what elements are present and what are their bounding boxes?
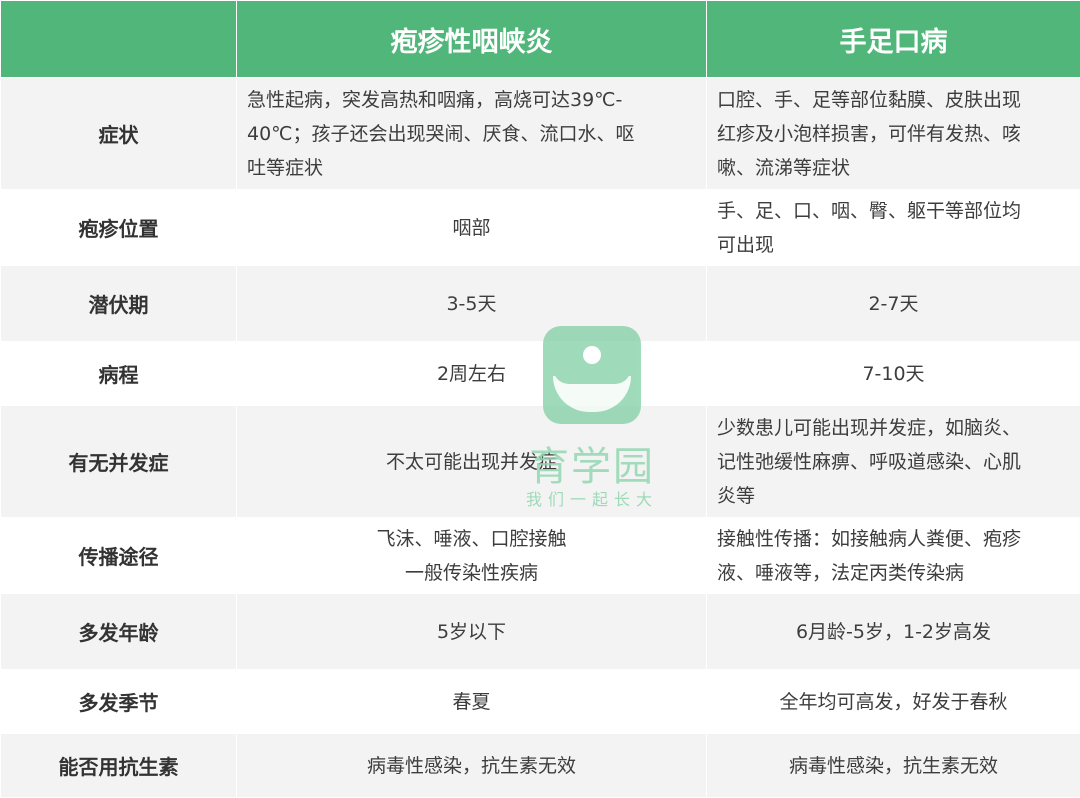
cell-line: 接触性传播：如接触病人粪便、疱疹 (717, 522, 1072, 556)
table-row: 有无并发症 不太可能出现并发症 少数患儿可能出现并发症，如脑炎、 记性弛缓性麻痹… (1, 406, 1080, 518)
row-label: 多发年龄 (1, 594, 237, 670)
cell-hfmd: 口腔、手、足等部位黏膜、皮肤出现 红疹及小泡样损害，可伴有发热、咳 嗽、流涕等症… (707, 78, 1080, 190)
row-label: 症状 (1, 78, 237, 190)
table-row: 病程 2周左右 7-10天 (1, 342, 1080, 406)
row-label: 病程 (1, 342, 237, 406)
cell-line: 急性起病，突发高热和咽痛，高烧可达39℃- (247, 83, 698, 117)
row-label: 能否用抗生素 (1, 734, 237, 798)
cell-line: 不太可能出现并发症 (237, 445, 706, 479)
cell-line: 红疹及小泡样损害，可伴有发热、咳 (717, 117, 1072, 151)
cell-herpangina: 春夏 (237, 670, 707, 734)
cell-line: 春夏 (237, 685, 706, 719)
table-row: 症状 急性起病，突发高热和咽痛，高烧可达39℃- 40℃；孩子还会出现哭闹、厌食… (1, 78, 1080, 190)
header-herpangina: 疱疹性咽峡炎 (237, 1, 707, 78)
cell-line: 2周左右 (237, 357, 706, 391)
cell-line: 5岁以下 (237, 615, 706, 649)
cell-line: 6月龄-5岁，1-2岁高发 (707, 615, 1080, 649)
cell-line: 一般传染性疾病 (237, 556, 706, 590)
cell-line: 手、足、口、咽、臀、躯干等部位均 (717, 194, 1072, 228)
cell-line: 液、唾液等，法定丙类传染病 (717, 556, 1072, 590)
cell-line: 口腔、手、足等部位黏膜、皮肤出现 (717, 83, 1072, 117)
cell-herpangina: 急性起病，突发高热和咽痛，高烧可达39℃- 40℃；孩子还会出现哭闹、厌食、流口… (237, 78, 707, 190)
table-row: 传播途径 飞沫、唾液、口腔接触 一般传染性疾病 接触性传播：如接触病人粪便、疱疹… (1, 518, 1080, 594)
cell-hfmd: 6月龄-5岁，1-2岁高发 (707, 594, 1080, 670)
cell-line: 3-5天 (237, 287, 706, 321)
cell-line: 嗽、流涕等症状 (717, 151, 1072, 185)
cell-hfmd: 手、足、口、咽、臀、躯干等部位均 可出现 (707, 190, 1080, 266)
cell-hfmd: 全年均可高发，好发于春秋 (707, 670, 1080, 734)
cell-line: 病毒性感染，抗生素无效 (237, 749, 706, 783)
cell-herpangina: 5岁以下 (237, 594, 707, 670)
header-corner (1, 1, 237, 78)
cell-herpangina: 咽部 (237, 190, 707, 266)
cell-line: 40℃；孩子还会出现哭闹、厌食、流口水、呕 (247, 117, 698, 151)
table-row: 多发季节 春夏 全年均可高发，好发于春秋 (1, 670, 1080, 734)
cell-hfmd: 少数患儿可能出现并发症，如脑炎、 记性弛缓性麻痹、呼吸道感染、心肌 炎等 (707, 406, 1080, 518)
cell-herpangina: 2周左右 (237, 342, 707, 406)
cell-line: 飞沫、唾液、口腔接触 (237, 522, 706, 556)
cell-hfmd: 2-7天 (707, 266, 1080, 342)
table-row: 能否用抗生素 病毒性感染，抗生素无效 病毒性感染，抗生素无效 (1, 734, 1080, 798)
cell-hfmd: 7-10天 (707, 342, 1080, 406)
cell-hfmd: 接触性传播：如接触病人粪便、疱疹 液、唾液等，法定丙类传染病 (707, 518, 1080, 594)
row-label: 疱疹位置 (1, 190, 237, 266)
cell-herpangina: 飞沫、唾液、口腔接触 一般传染性疾病 (237, 518, 707, 594)
row-label: 传播途径 (1, 518, 237, 594)
cell-line: 咽部 (237, 211, 706, 245)
cell-line: 吐等症状 (247, 151, 698, 185)
cell-hfmd: 病毒性感染，抗生素无效 (707, 734, 1080, 798)
cell-herpangina: 病毒性感染，抗生素无效 (237, 734, 707, 798)
table-row: 多发年龄 5岁以下 6月龄-5岁，1-2岁高发 (1, 594, 1080, 670)
cell-line: 2-7天 (707, 287, 1080, 321)
cell-line: 全年均可高发，好发于春秋 (707, 685, 1080, 719)
comparison-table: 疱疹性咽峡炎 手足口病 症状 急性起病，突发高热和咽痛，高烧可达39℃- 40℃… (0, 0, 1080, 798)
cell-herpangina: 3-5天 (237, 266, 707, 342)
cell-line: 少数患儿可能出现并发症，如脑炎、 (717, 411, 1072, 445)
cell-herpangina: 不太可能出现并发症 (237, 406, 707, 518)
cell-line: 病毒性感染，抗生素无效 (707, 749, 1080, 783)
table-row: 疱疹位置 咽部 手、足、口、咽、臀、躯干等部位均 可出现 (1, 190, 1080, 266)
cell-line: 可出现 (717, 228, 1072, 262)
table-row: 潜伏期 3-5天 2-7天 (1, 266, 1080, 342)
row-label: 潜伏期 (1, 266, 237, 342)
row-label: 有无并发症 (1, 406, 237, 518)
cell-line: 7-10天 (707, 357, 1080, 391)
header-hfmd: 手足口病 (707, 1, 1080, 78)
cell-line: 炎等 (717, 479, 1072, 513)
row-label: 多发季节 (1, 670, 237, 734)
cell-line: 记性弛缓性麻痹、呼吸道感染、心肌 (717, 445, 1072, 479)
table-header-row: 疱疹性咽峡炎 手足口病 (1, 1, 1080, 78)
